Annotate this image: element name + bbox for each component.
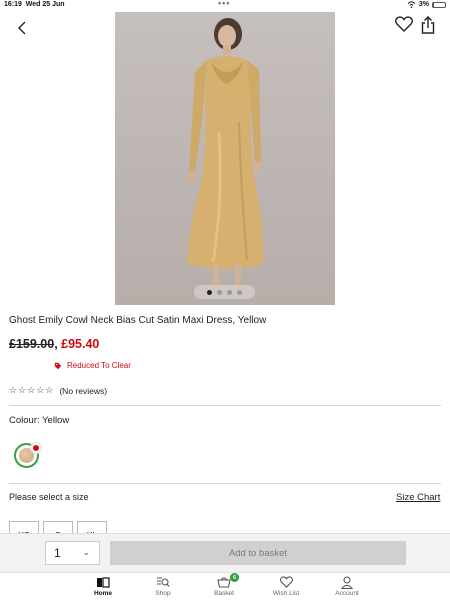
status-right: 3% <box>407 1 446 8</box>
shop-search-icon <box>157 577 170 587</box>
tab-home-label: Home <box>93 590 113 597</box>
tab-wishlist-label: Wish List <box>272 590 300 597</box>
old-price: £159.00 <box>9 337 55 351</box>
bottom-tab-bar: Home Shop 6 Basket Wish List Account <box>0 572 450 600</box>
share-button[interactable] <box>421 16 439 36</box>
back-button[interactable] <box>12 18 32 38</box>
price-separator: , <box>54 337 58 351</box>
tab-basket[interactable]: 6 Basket <box>199 573 249 597</box>
product-title: Ghost Emily Cowl Neck Bias Cut Satin Max… <box>9 315 267 326</box>
status-time: 16:19 Wed 25 Jun <box>4 1 65 8</box>
product-image[interactable] <box>115 12 335 305</box>
tab-basket-label: Basket <box>214 590 234 597</box>
purchase-bar: 1 ⌄ Add to basket <box>0 533 450 572</box>
wishlist-heart-button[interactable] <box>395 16 415 36</box>
size-prompt: Please select a size <box>9 492 89 502</box>
sale-price: £95.40 <box>61 337 100 351</box>
sale-tag-icon <box>30 442 42 454</box>
model-dress-image <box>187 18 264 288</box>
multitask-dots-icon[interactable]: ••• <box>218 0 230 8</box>
reduced-badge: Reduced To Clear <box>54 361 131 370</box>
reviews-count: (No reviews) <box>59 385 108 396</box>
heart-icon <box>395 16 413 32</box>
tab-account[interactable]: Account <box>322 575 372 597</box>
account-icon <box>341 575 353 589</box>
product-gallery[interactable] <box>0 12 450 305</box>
battery-percent: 3% <box>418 1 429 8</box>
pager-dot[interactable] <box>237 289 242 295</box>
chevron-left-icon <box>18 21 26 35</box>
tab-home[interactable]: Home <box>78 575 128 597</box>
price-tag-icon <box>54 362 62 369</box>
add-to-basket-button[interactable]: Add to basket <box>110 541 406 565</box>
pager-dot[interactable] <box>227 289 232 295</box>
chevron-down-icon: ⌄ <box>82 547 90 557</box>
basket-count-badge: 6 <box>230 573 239 582</box>
reduced-label: Reduced To Clear <box>67 361 131 370</box>
tab-account-label: Account <box>335 590 359 597</box>
tab-shop[interactable]: Shop <box>138 575 188 597</box>
divider <box>9 483 441 484</box>
home-icon <box>97 576 110 588</box>
battery-icon <box>432 1 446 8</box>
heart-icon <box>279 576 293 588</box>
status-bar: 16:19 Wed 25 Jun ••• 3% <box>0 0 450 11</box>
quantity-select[interactable]: 1 ⌄ <box>45 541 100 565</box>
wifi-icon <box>407 1 416 8</box>
size-chart-link[interactable]: Size Chart <box>396 492 440 503</box>
basket-icon <box>217 577 231 588</box>
colour-label: Colour: Yellow <box>9 415 70 426</box>
reviews-row[interactable]: ☆☆☆☆☆ (No reviews) <box>9 385 107 396</box>
pager-dot[interactable] <box>217 289 222 295</box>
tab-wishlist[interactable]: Wish List <box>261 575 311 597</box>
share-icon <box>421 16 435 34</box>
quantity-value: 1 <box>54 546 61 560</box>
divider <box>9 405 441 406</box>
image-pager[interactable] <box>194 285 255 299</box>
tab-shop-label: Shop <box>155 590 171 597</box>
price-row: £159.00, £95.40 <box>9 337 99 351</box>
rating-stars: ☆☆☆☆☆ <box>9 385 55 395</box>
pager-dot-active[interactable] <box>207 289 212 295</box>
colour-swatch-yellow[interactable] <box>14 442 42 468</box>
